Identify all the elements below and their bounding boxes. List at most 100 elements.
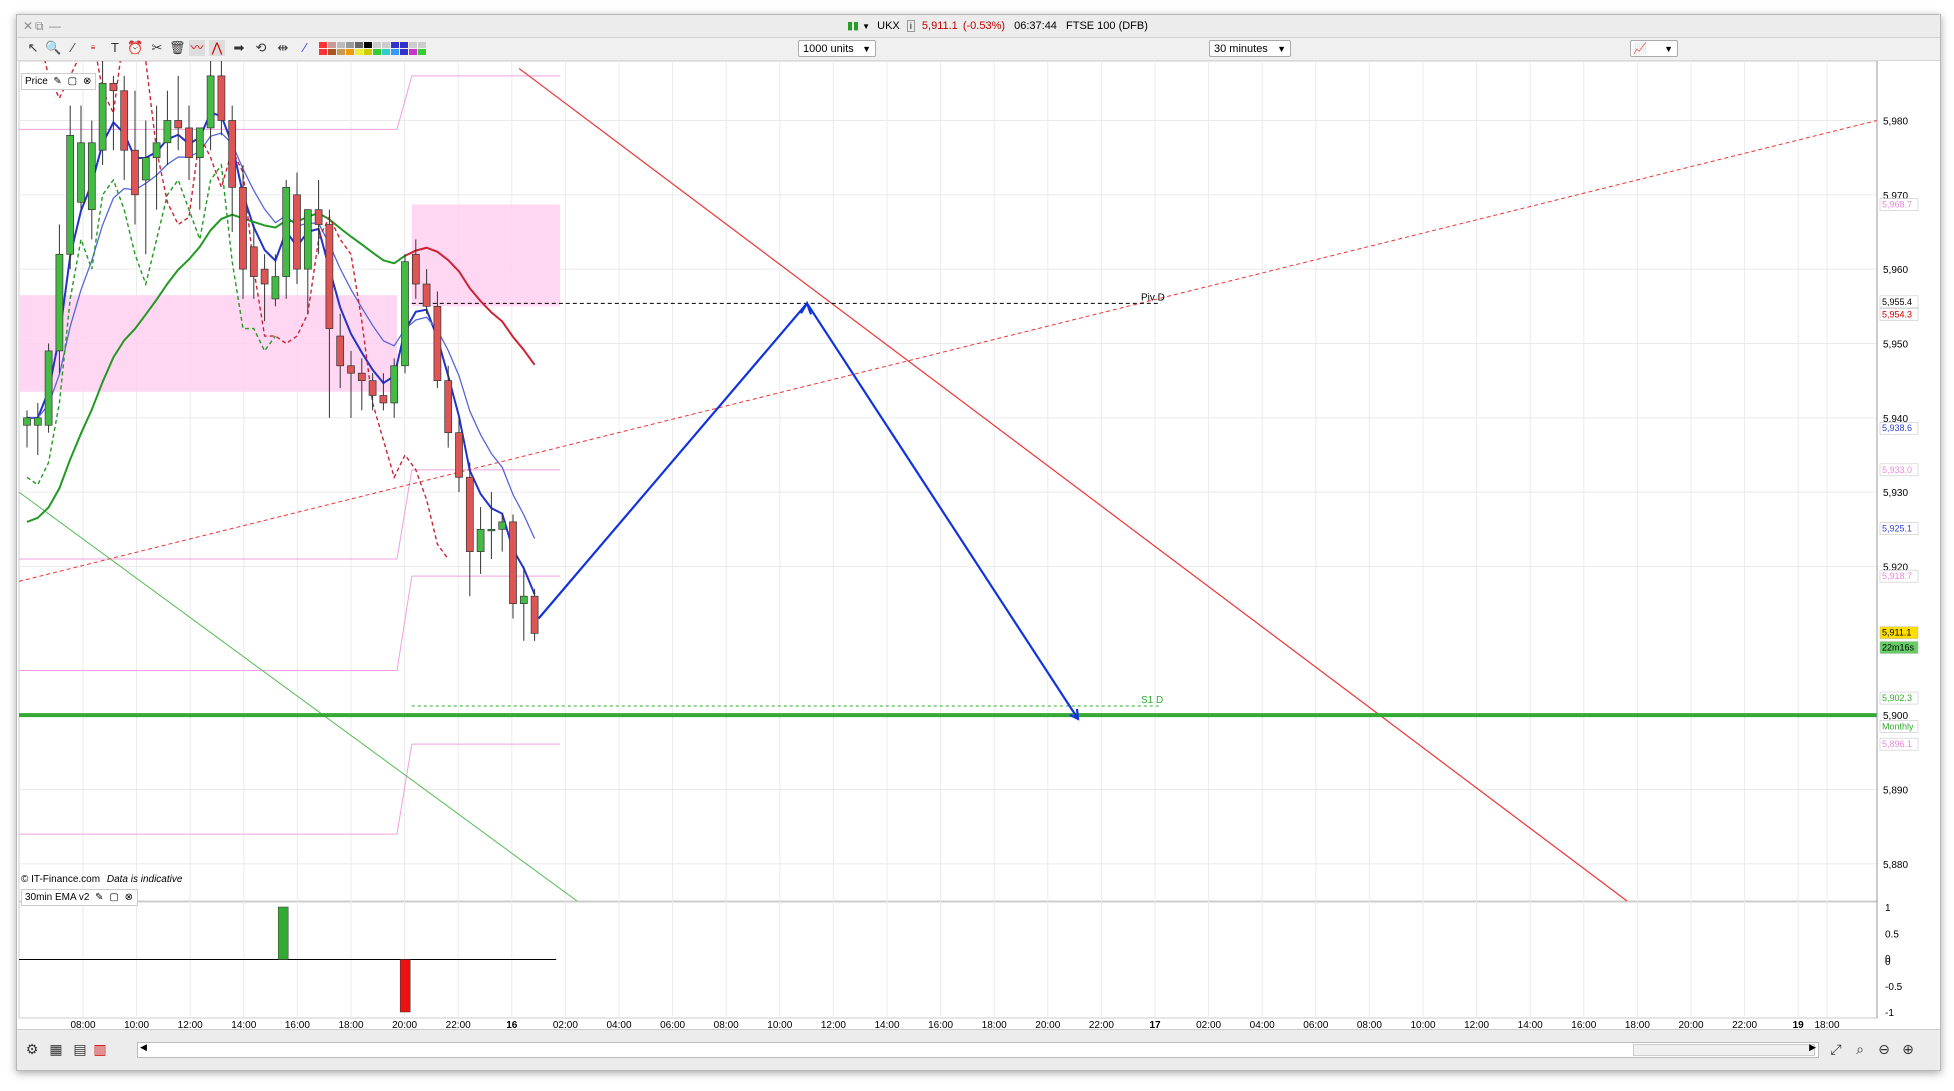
price-panel-title: Price: [25, 76, 48, 87]
indicator-y-tick-label: -0.5: [1885, 982, 1903, 993]
bearish-candle: [379, 395, 388, 404]
text-tool-icon[interactable]: T: [107, 40, 123, 56]
price-marker-label: Monthly: [1882, 721, 1914, 731]
x-tick-label: 20:00: [392, 1020, 417, 1029]
close-icon[interactable]: ⊗: [82, 74, 92, 89]
title-instrument: FTSE 100 (DFB): [1066, 20, 1148, 32]
y-tick-label: 5,980: [1883, 116, 1908, 127]
x-tick-label: 12:00: [821, 1020, 846, 1029]
bullish-candle: [87, 142, 96, 211]
bearish-candle: [509, 521, 517, 605]
color-palette-swatches[interactable]: [319, 42, 429, 56]
bearish-candle: [174, 120, 183, 129]
zoom-out-icon[interactable]: ⊖: [1875, 1040, 1893, 1058]
chevron-down-icon: ▼: [862, 44, 871, 54]
horizontal-line-tool-icon[interactable]: ⇹: [275, 40, 291, 56]
trendline-draw-icon[interactable]: 〰: [189, 40, 205, 56]
restore-window-icon[interactable]: ⧉: [35, 19, 44, 34]
chart-settings-icon[interactable]: ⚙: [23, 1040, 41, 1058]
trash-icon[interactable]: 🗑: [169, 40, 186, 56]
chevron-down-icon[interactable]: ▼: [862, 22, 870, 31]
x-tick-label: 14:00: [231, 1020, 256, 1029]
indicator-panel-label[interactable]: 30min EMA v2 ✎ ▢ ⊗: [21, 889, 138, 906]
price-marker-label: 5,911.1: [1882, 628, 1911, 638]
pivot-daily-label: Piv D: [1141, 292, 1165, 303]
arrow-tool-icon[interactable]: ➡: [231, 40, 247, 56]
indicators-icon[interactable]: ▦: [47, 1040, 65, 1058]
zoom-tool-icon[interactable]: 🔍: [45, 40, 61, 56]
save-layout-icon[interactable]: ▥: [91, 1040, 109, 1058]
chart-type-select[interactable]: 📈 ▼: [1630, 40, 1678, 57]
fibonacci-tool-icon[interactable]: ≡: [85, 40, 101, 56]
scroll-right-icon[interactable]: ▶: [1809, 1042, 1816, 1053]
info-icon[interactable]: i: [906, 20, 915, 32]
bearish-candle: [530, 595, 539, 634]
price-marker-label: 22m16s: [1882, 643, 1915, 653]
scroll-left-icon[interactable]: ◀: [140, 1042, 147, 1053]
bearish-candle: [336, 335, 345, 367]
x-tick-label: 10:00: [124, 1020, 149, 1029]
chevron-down-icon: ▼: [1664, 44, 1673, 54]
x-tick-label: 06:00: [1303, 1020, 1328, 1029]
window-title: ▮▮ ▼ UKX i 5,911.1 (-0.53%) 06:37:44 FTS…: [847, 19, 1148, 32]
pointer-tool-icon[interactable]: ↖: [25, 40, 41, 56]
x-tick-label: 16: [506, 1020, 518, 1029]
bullish-candle: [390, 365, 399, 404]
window-icon[interactable]: ▢: [67, 74, 77, 89]
x-tick-label: 04:00: [1250, 1020, 1275, 1029]
wrench-icon[interactable]: ✎: [53, 74, 63, 89]
color-palette[interactable]: [319, 42, 429, 56]
line-tool-icon[interactable]: ∕: [65, 40, 81, 56]
units-select[interactable]: 1000 units ▼: [798, 40, 876, 57]
chart-area[interactable]: Piv D S1 D 08:00 10:00 12:00 14:00 16:00 18:00…: [17, 22, 1940, 1031]
chart-canvas[interactable]: Piv D S1 D 08:00 10:00 12:00 14:00 16:00 18:00…: [17, 22, 1940, 1031]
interval-select[interactable]: 30 minutes ▼: [1209, 40, 1291, 57]
bullish-candle: [476, 528, 485, 552]
y-tick-label: 5,890: [1883, 785, 1908, 796]
bearish-candle: [422, 283, 431, 307]
tools-icon[interactable]: ✂: [149, 40, 165, 56]
price-marker-label: 5,938.6: [1882, 423, 1912, 433]
price-marker-label: 5,918.7: [1882, 571, 1912, 581]
zoom-fit-icon[interactable]: ⌕: [1851, 1040, 1869, 1058]
chart-window: ✕ ⧉ — ▮▮ ▼ UKX i 5,911.1 (-0.53%) 06:37:…: [16, 14, 1941, 1071]
channel-draw-icon[interactable]: ⋀: [209, 40, 225, 56]
bullish-candle: [282, 187, 291, 277]
x-tick-label: 18:00: [1814, 1020, 1839, 1029]
templates-icon[interactable]: ▤: [71, 1040, 89, 1058]
bullish-candle: [44, 350, 53, 426]
price-marker-label: 5,925.1: [1882, 524, 1912, 534]
minimize-window-icon[interactable]: —: [49, 19, 61, 33]
close-icon[interactable]: ⊗: [124, 890, 134, 905]
x-tick-label: 19: [1793, 1020, 1805, 1029]
bullish-candle: [141, 157, 150, 181]
window-icon[interactable]: ▢: [109, 890, 119, 905]
chart-type-icon: 📈: [1633, 43, 1647, 55]
scroll-thumb[interactable]: [1633, 1044, 1815, 1056]
y-tick-label: 5,950: [1883, 339, 1908, 350]
units-select-value: 1000 units: [803, 43, 854, 55]
y-tick-label: 5,880: [1883, 860, 1908, 871]
bullish-candle: [195, 127, 204, 158]
price-panel-label[interactable]: Price ✎ ▢ ⊗: [21, 73, 97, 90]
bullish-candle: [33, 417, 42, 426]
auto-scale-icon[interactable]: ⤢: [1827, 1040, 1845, 1058]
indicator-y-tick-label: 0.5: [1885, 929, 1899, 940]
bearish-candle: [185, 127, 193, 158]
title-bar: ✕ ⧉ — ▮▮ ▼ UKX i 5,911.1 (-0.53%) 06:37:…: [17, 15, 1940, 38]
indicator-panel-title: 30min EMA v2: [25, 892, 90, 903]
bearish-candle: [293, 194, 301, 270]
alert-tool-icon[interactable]: ⏰: [127, 40, 143, 56]
horizontal-scrollbar[interactable]: ◀ ▶: [137, 1042, 1819, 1058]
bearish-candle: [325, 224, 334, 329]
close-window-icon[interactable]: ✕: [23, 19, 33, 33]
data-watermark: © IT-Finance.com Data is indicative: [21, 874, 182, 885]
zoom-in-icon[interactable]: ⊕: [1899, 1040, 1917, 1058]
x-tick-label: 02:00: [553, 1020, 578, 1029]
loop-tool-icon[interactable]: ⟲: [253, 40, 269, 56]
x-tick-label: 08:00: [714, 1020, 739, 1029]
bullish-candle: [152, 142, 161, 158]
x-tick-label: 10:00: [767, 1020, 792, 1029]
ray-tool-icon[interactable]: ∕: [297, 40, 313, 56]
wrench-icon[interactable]: ✎: [94, 890, 104, 905]
